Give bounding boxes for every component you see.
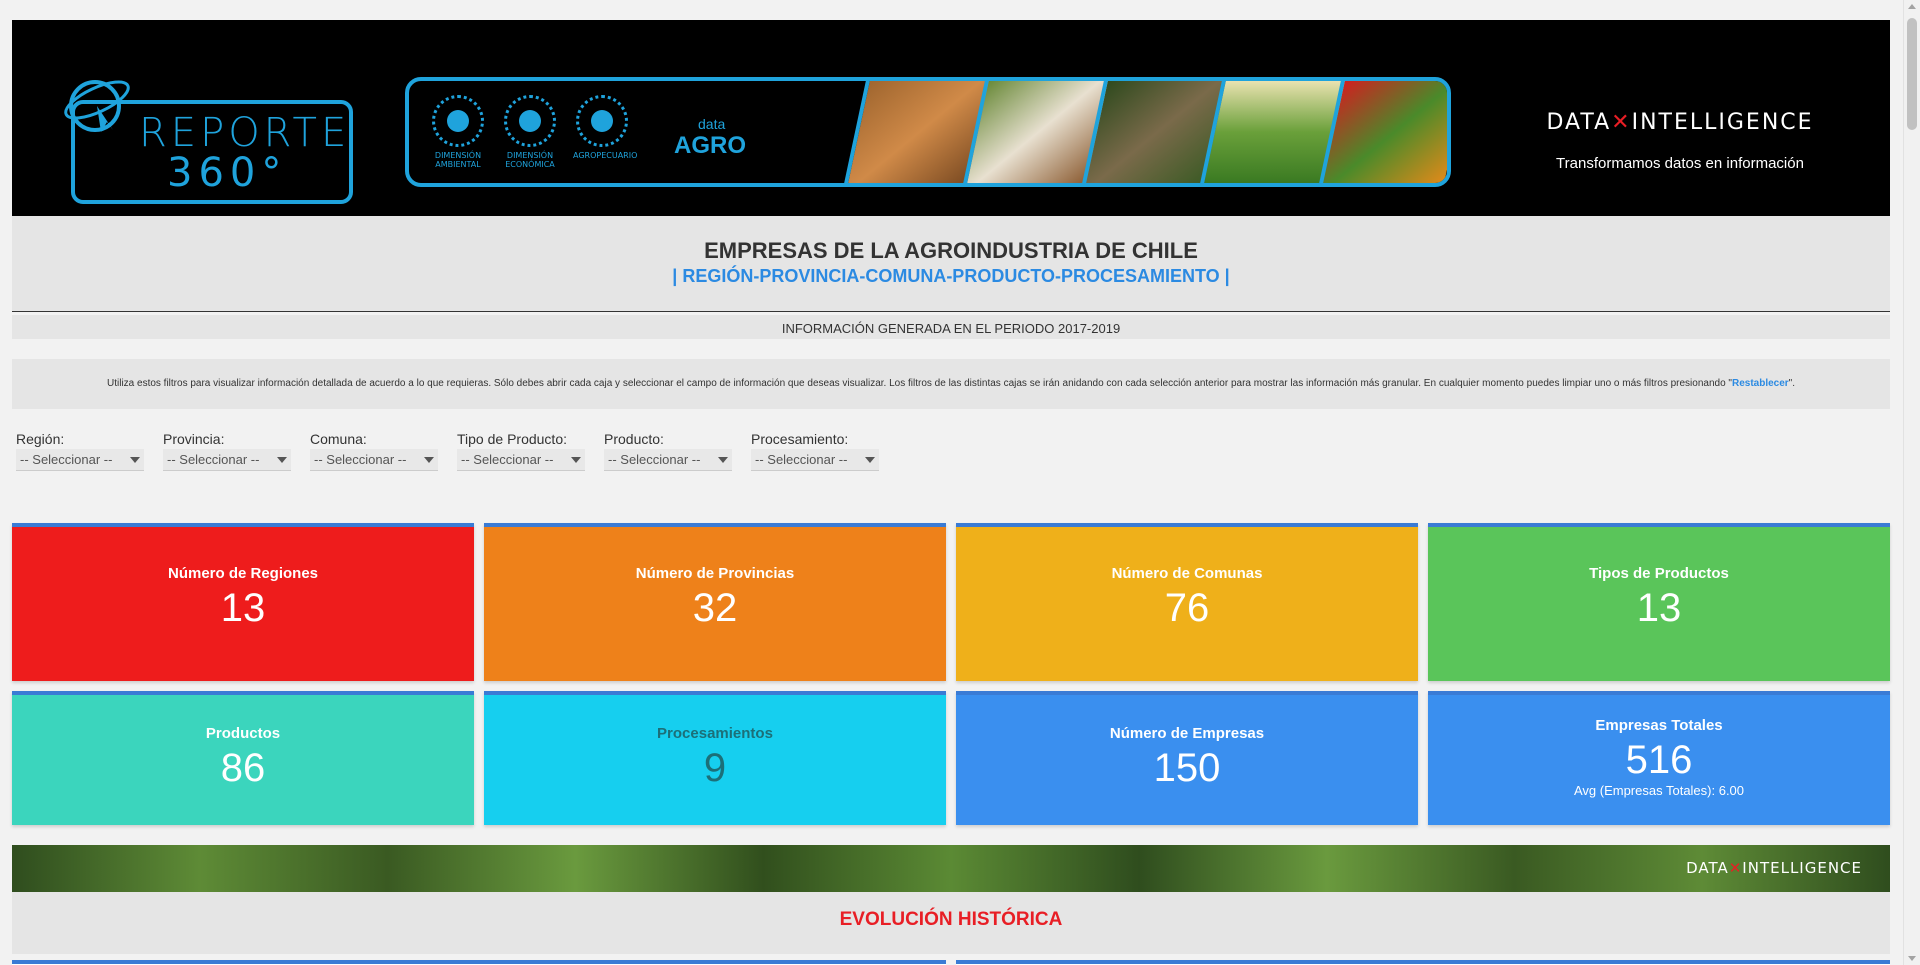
provincia-select[interactable]: -- Seleccionar -- <box>163 449 291 471</box>
filter-producto: Producto: -- Seleccionar -- <box>604 431 733 471</box>
filter-comuna: Comuna: -- Seleccionar -- <box>310 431 439 471</box>
agro-photo-strip <box>844 81 1447 183</box>
scroll-down-icon[interactable] <box>1908 956 1916 961</box>
scrollbar-thumb[interactable] <box>1907 18 1917 130</box>
kpi-card-provincias: Número de Provincias 32 <box>484 523 946 681</box>
filter-instructions: Utiliza estos filtros para visualizar in… <box>12 359 1890 409</box>
filter-bar: Región: -- Seleccionar -- Provincia: -- … <box>12 431 1890 471</box>
leaves-banner: DATA✕INTELLIGENCE <box>12 845 1890 892</box>
tipo-producto-select[interactable]: -- Seleccionar -- <box>457 449 585 471</box>
chart-panel-right <box>956 960 1890 965</box>
dimension-economica: DIMENSIÓN ECONÓMICA <box>501 89 559 179</box>
chevron-down-icon <box>571 457 581 463</box>
chevron-down-icon <box>424 457 434 463</box>
data-intelligence-logo: DATA✕INTELLIGENCE Transformamos datos en… <box>1520 110 1840 172</box>
vertical-scrollbar[interactable] <box>1903 0 1920 965</box>
filter-provincia: Provincia: -- Seleccionar -- <box>163 431 292 471</box>
kpi-card-empresas: Número de Empresas 150 <box>956 691 1418 825</box>
procesamiento-select[interactable]: -- Seleccionar -- <box>751 449 879 471</box>
data-agro-logo: data AGRO <box>674 116 746 159</box>
dimension-ambiental: DIMENSIÓN AMBIENTAL <box>429 89 487 179</box>
chart-panels <box>12 960 1890 965</box>
photo-vegetables <box>1319 81 1447 183</box>
kpi-card-comunas: Número de Comunas 76 <box>956 523 1418 681</box>
kpi-cards: Número de Regiones 13 Número de Provinci… <box>12 523 1890 825</box>
chevron-down-icon <box>865 457 875 463</box>
kpi-card-tipos-productos: Tipos de Productos 13 <box>1428 523 1890 681</box>
filter-procesamiento: Procesamiento: -- Seleccionar -- <box>751 431 880 471</box>
empresas-totales-avg: Avg (Empresas Totales): 6.00 <box>1573 783 1745 798</box>
filter-tipo-producto: Tipo de Producto: -- Seleccionar -- <box>457 431 586 471</box>
filter-region: Región: -- Seleccionar -- <box>16 431 145 471</box>
agropecuario-icon <box>576 95 628 147</box>
chevron-down-icon <box>130 457 140 463</box>
kpi-card-empresas-totales: Empresas Totales 516 Avg (Empresas Total… <box>1428 691 1890 825</box>
reporte-360-logo: REPORTE 360° <box>57 70 357 206</box>
scroll-up-icon[interactable] <box>1908 4 1916 9</box>
kpi-card-productos: Productos 86 <box>12 691 474 825</box>
producto-select[interactable]: -- Seleccionar -- <box>604 449 732 471</box>
comuna-select[interactable]: -- Seleccionar -- <box>310 449 438 471</box>
region-select[interactable]: -- Seleccionar -- <box>16 449 144 471</box>
chart-panel-left <box>12 960 946 965</box>
page: REPORTE 360° DIMENSIÓN AMBIENTAL DIMENSI… <box>12 20 1890 965</box>
page-subtitle: | REGIÓN-PROVINCIA-COMUNA-PRODUCTO-PROCE… <box>672 266 1230 286</box>
header-banner: REPORTE 360° DIMENSIÓN AMBIENTAL DIMENSI… <box>12 20 1890 216</box>
chevron-down-icon <box>718 457 728 463</box>
ambiental-icon <box>432 95 484 147</box>
data-intelligence-logo-small: DATA✕INTELLIGENCE <box>1686 859 1862 877</box>
dimension-banner: DIMENSIÓN AMBIENTAL DIMENSIÓN ECONÓMICA … <box>405 77 1451 187</box>
kpi-card-regiones: Número de Regiones 13 <box>12 523 474 681</box>
kpi-card-procesamientos: Procesamientos 9 <box>484 691 946 825</box>
restablecer-link[interactable]: Restablecer <box>1732 378 1789 389</box>
period-label: INFORMACIÓN GENERADA EN EL PERIODO 2017-… <box>12 315 1890 339</box>
di-x-icon: ✕ <box>1728 859 1743 877</box>
dimension-agropecuario: AGROPECUARIO <box>573 89 637 179</box>
title-block: EMPRESAS DE LA AGROINDUSTRIA DE CHILE | … <box>12 216 1890 312</box>
economica-icon <box>504 95 556 147</box>
tagline: Transformamos datos en información <box>1556 155 1804 172</box>
logo-line2: 360° <box>167 150 288 196</box>
section-title-evolucion: EVOLUCIÓN HISTÓRICA <box>12 892 1890 954</box>
di-x-icon: ✕ <box>1611 110 1632 135</box>
page-title: EMPRESAS DE LA AGROINDUSTRIA DE CHILE <box>704 238 1198 263</box>
chevron-down-icon <box>277 457 287 463</box>
